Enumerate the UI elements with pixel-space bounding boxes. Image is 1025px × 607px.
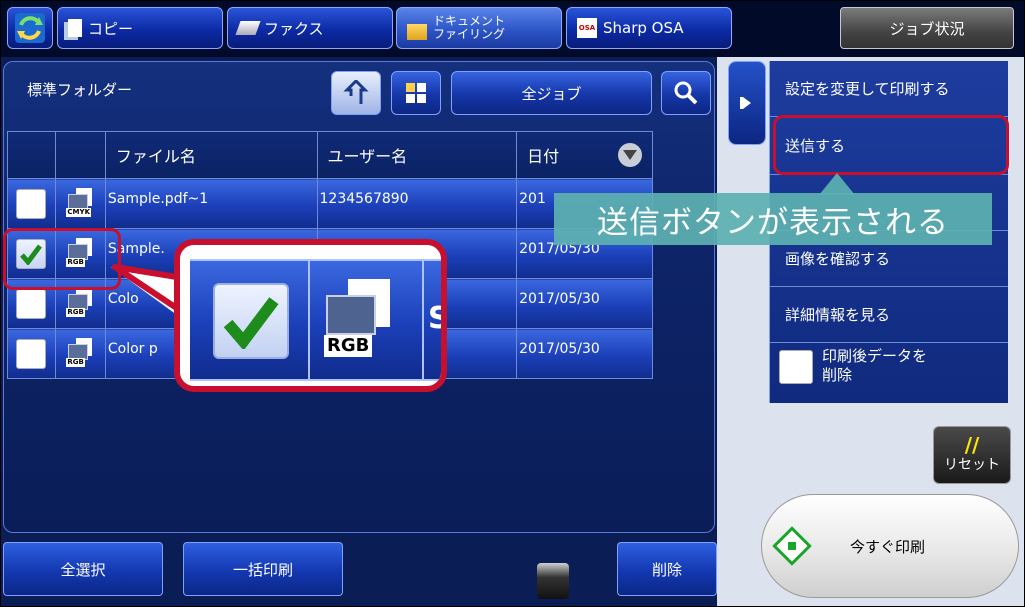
select-all-button[interactable]: 全選択 (3, 542, 163, 596)
search-button[interactable] (661, 71, 711, 115)
row-user: 1234567890 (316, 178, 518, 229)
delete-after-print-checkbox[interactable] (779, 350, 813, 384)
delete-after-print-label: 印刷後データを 削除 (822, 347, 927, 385)
highlight-selected-row (3, 228, 121, 290)
play-icon (743, 97, 751, 109)
reset-label: リセット (944, 457, 1000, 473)
menu-item-change-settings-print[interactable]: 設定を変更して印刷する (770, 61, 1008, 117)
row-filename: Sample.pdf~1 (104, 178, 318, 229)
tab-copy[interactable]: コピー (57, 7, 223, 49)
header-user[interactable]: ユーザー名 (316, 131, 518, 179)
tab-fax[interactable]: ファクス (227, 7, 393, 49)
reset-button[interactable]: // リセット (933, 426, 1011, 484)
zoom-separator (422, 261, 424, 379)
header-icon-cell (54, 131, 106, 179)
annotation-tail (819, 173, 855, 195)
zoom-rgb-file-icon: RGB (320, 279, 400, 369)
screen: コピー ファクス ドキュメント ファイリング OSA Sharp OSA ジョブ… (0, 0, 1025, 607)
row-checkbox[interactable] (16, 339, 47, 369)
osa-icon: OSA (577, 18, 597, 38)
rgb-file-icon: RGB (66, 338, 94, 370)
job-status-button[interactable]: ジョブ状況 (840, 7, 1014, 49)
copy-icon (68, 19, 82, 37)
mode-switch-icon (15, 13, 45, 43)
header-user-label: ユーザー名 (327, 147, 408, 166)
fax-icon (235, 21, 261, 35)
mode-switch-button[interactable] (7, 7, 53, 49)
header-date-label: 日付 (527, 147, 560, 166)
menu-item-detail-info[interactable]: 詳細情報を見る (770, 287, 1008, 343)
row-date: 2017/05/30 (516, 278, 653, 329)
row-date: 2017/05/30 (516, 328, 653, 379)
tab-document-filing-line2: ファイリング (433, 27, 506, 41)
grid-icon (406, 83, 426, 103)
zoom-separator (308, 261, 310, 379)
parent-folder-button[interactable] (331, 71, 381, 115)
print-now-button[interactable]: 今すぐ印刷 (761, 494, 1019, 598)
header-checkbox-cell (7, 131, 56, 179)
zoom-row: RGB S (190, 259, 441, 381)
sort-down-icon[interactable] (618, 143, 642, 167)
tab-fax-label: ファクス (264, 19, 324, 38)
job-filter-button[interactable]: 全ジョブ (451, 71, 652, 115)
zoom-icon-label: RGB (324, 335, 373, 357)
file-icon-label: CMYK (66, 208, 91, 217)
zoom-callout: RGB S (174, 239, 447, 392)
rgb-file-icon: RGB (66, 288, 94, 320)
print-now-label: 今すぐ印刷 (850, 537, 926, 556)
up-arrow-icon (343, 80, 369, 104)
table-header: ファイル名 ユーザー名 日付 (7, 131, 653, 179)
expand-panel-button[interactable] (728, 61, 766, 145)
zoom-checkbox (213, 283, 289, 359)
cmyk-file-icon: CMYK (66, 188, 94, 220)
tab-document-filing[interactable]: ドキュメント ファイリング (396, 7, 562, 49)
reset-icon: // (964, 433, 980, 457)
highlight-send-item (773, 115, 1009, 175)
row-checkbox[interactable] (16, 289, 47, 319)
search-icon (674, 81, 698, 105)
folder-title: 標準フォルダー (27, 81, 133, 99)
header-filename-label: ファイル名 (115, 147, 196, 166)
tab-copy-label: コピー (88, 19, 134, 38)
delete-after-print-line1: 印刷後データを (822, 347, 928, 365)
header-date[interactable]: 日付 (516, 131, 653, 179)
batch-print-button[interactable]: 一括印刷 (183, 542, 343, 596)
annotation-label: 送信ボタンが表示される (554, 193, 992, 245)
delete-after-print-line2: 削除 (822, 366, 853, 384)
document-filing-icon (407, 24, 427, 40)
start-icon (772, 526, 812, 566)
tab-document-filing-label: ドキュメント ファイリング (433, 15, 505, 41)
thumbnail-view-button[interactable] (391, 71, 441, 115)
row-checkbox[interactable] (16, 189, 47, 219)
file-icon-label: RGB (66, 358, 85, 367)
tab-sharp-osa[interactable]: OSA Sharp OSA (566, 7, 732, 49)
header-filename[interactable]: ファイル名 (104, 131, 318, 179)
mode-bar: コピー ファクス ドキュメント ファイリング OSA Sharp OSA ジョブ… (1, 1, 1024, 57)
tab-sharp-osa-label: Sharp OSA (603, 19, 684, 37)
file-icon-label: RGB (66, 308, 85, 317)
trash-icon (537, 563, 569, 599)
tab-document-filing-line1: ドキュメント (433, 14, 506, 28)
checkmark-icon (223, 297, 279, 349)
delete-button[interactable]: 削除 (617, 542, 717, 596)
zoom-filename-fragment: S (428, 301, 441, 336)
